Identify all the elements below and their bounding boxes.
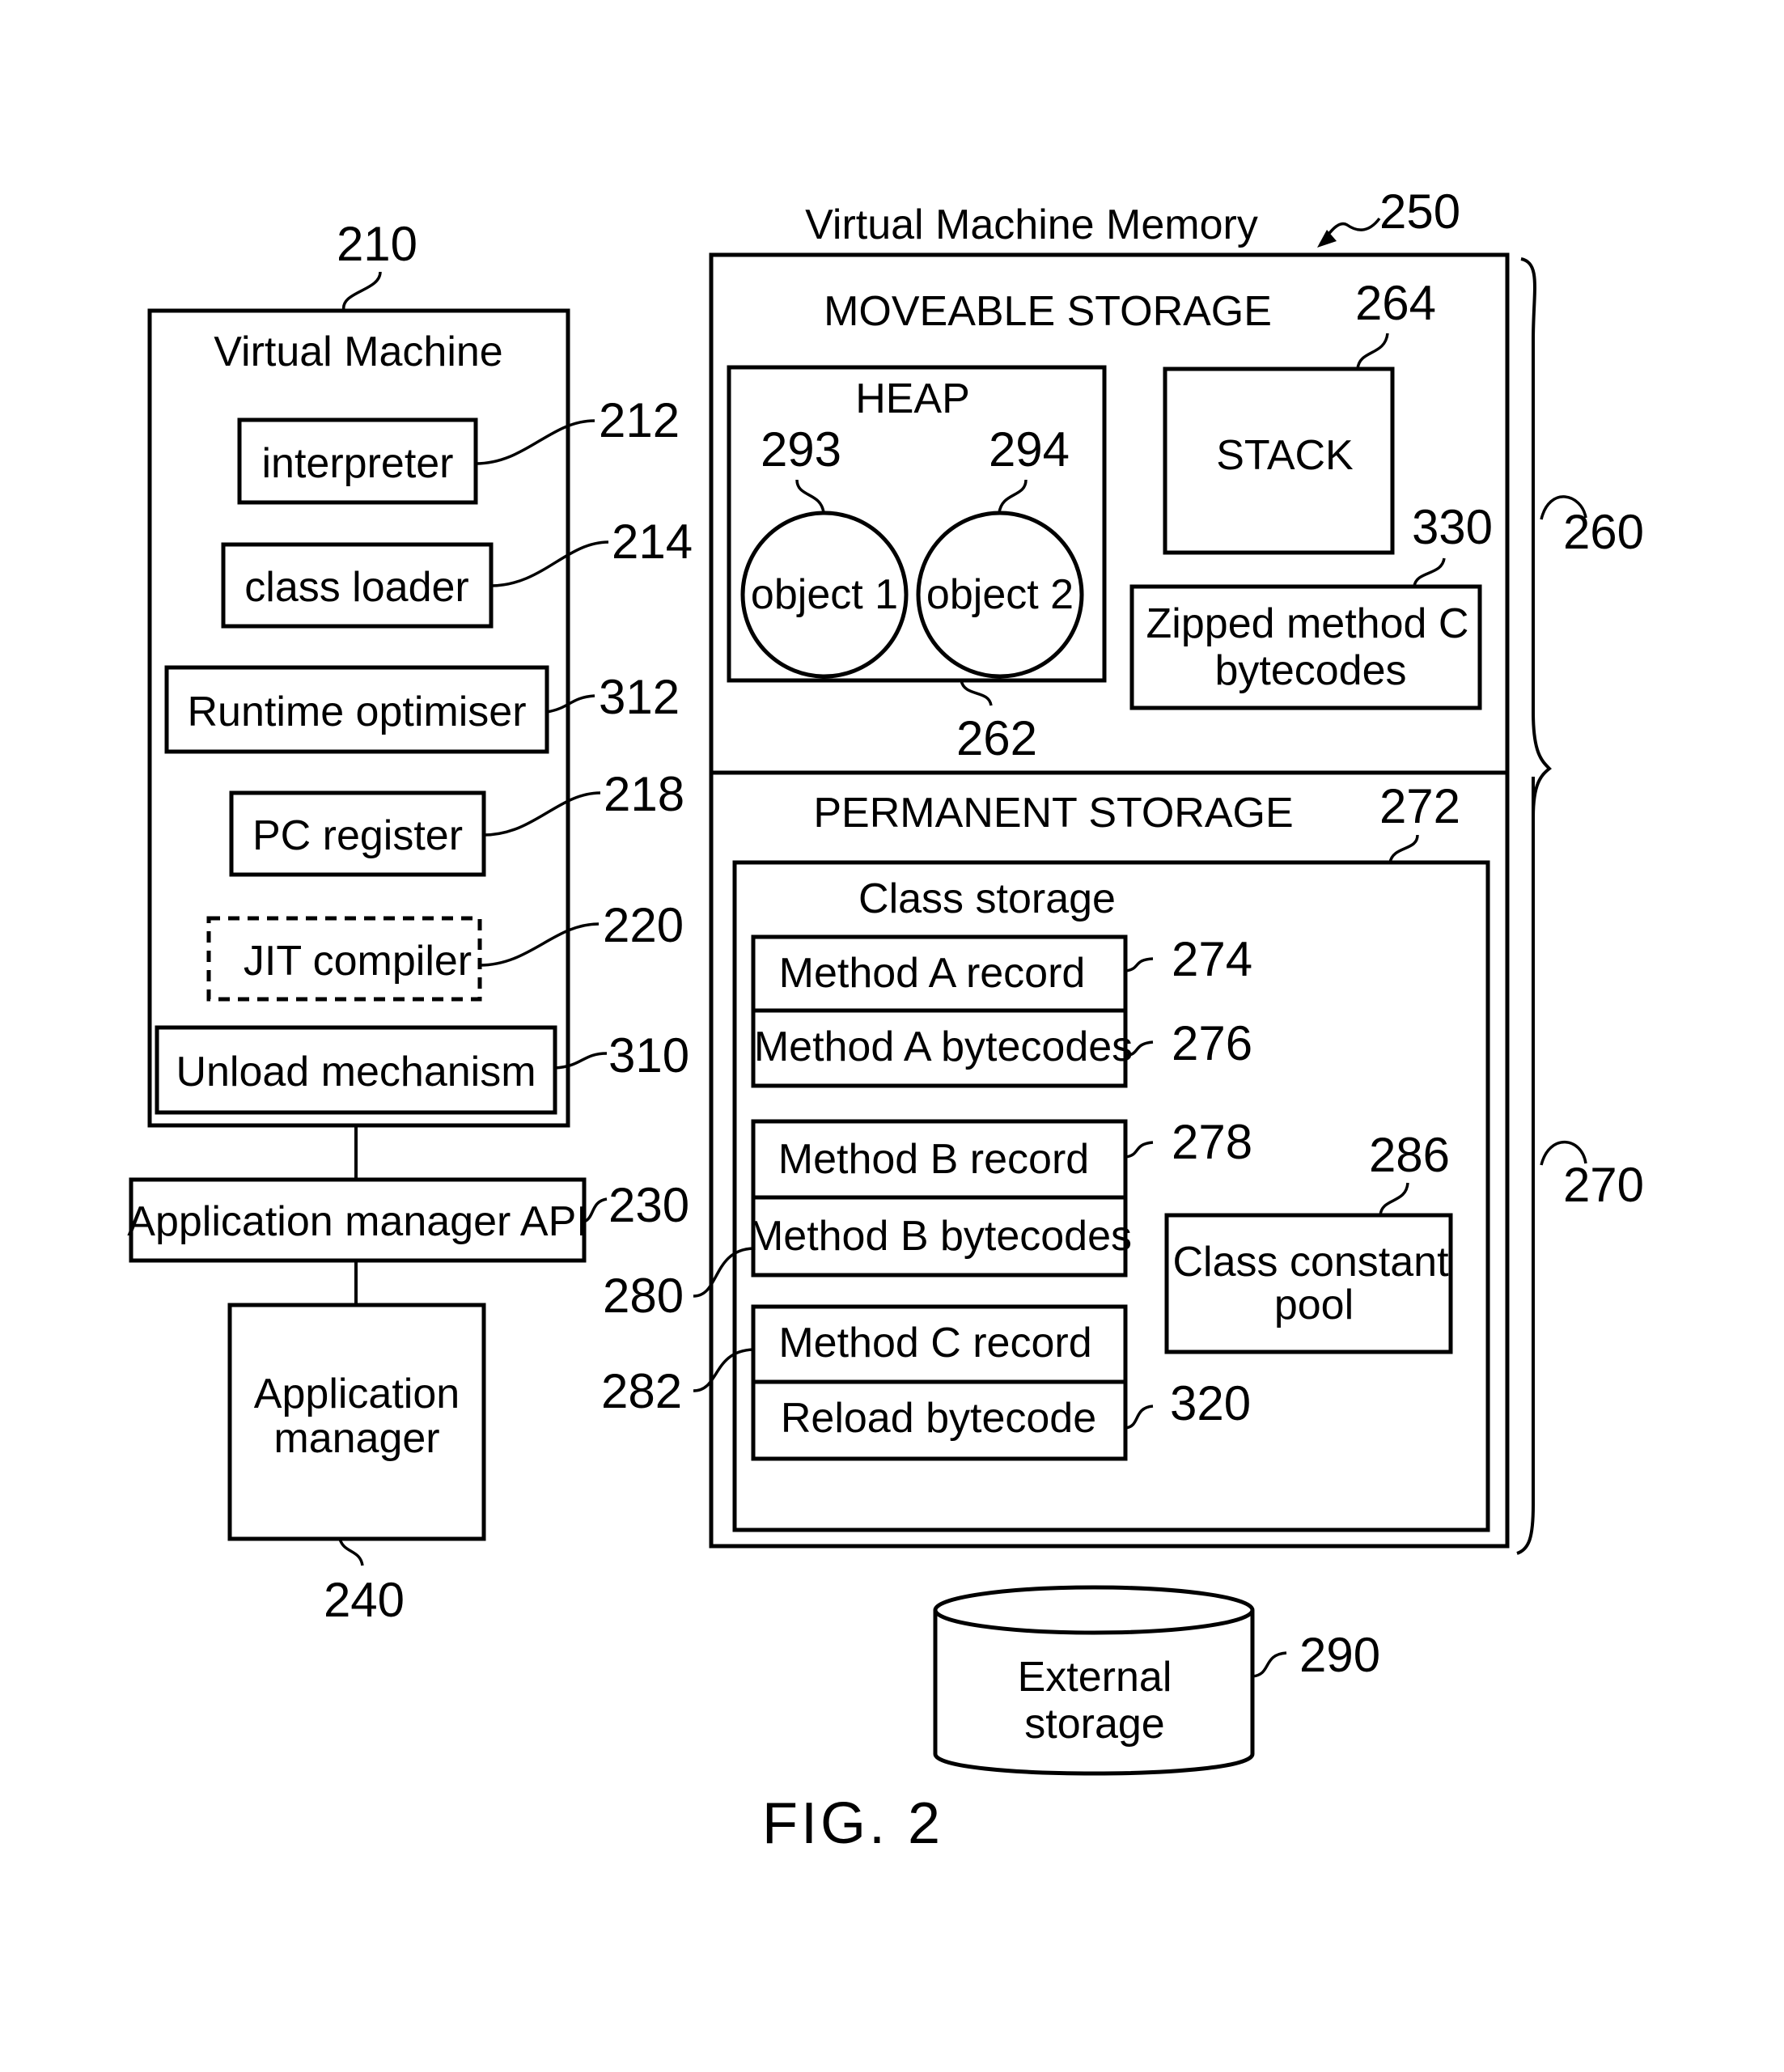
ref-290: 290 — [1299, 1628, 1380, 1682]
class-storage-title: Class storage — [858, 875, 1116, 922]
patent-figure-diagram: 210 Virtual Machine interpreter 212 clas… — [127, 184, 1644, 1856]
leader-290 — [1252, 1651, 1287, 1678]
external-storage-block: External storage 290 — [933, 1585, 1380, 1776]
application-manager-label-line2: manager — [273, 1415, 439, 1462]
ref-312: 312 — [599, 670, 680, 724]
ref-250: 250 — [1379, 184, 1460, 239]
method-a-bytecodes-label: Method A bytecodes — [754, 1023, 1133, 1070]
ref-293: 293 — [761, 422, 841, 477]
permanent-storage-title: PERMANENT STORAGE — [813, 790, 1293, 837]
virtual-machine-title: Virtual Machine — [214, 328, 502, 375]
ref-280: 280 — [603, 1269, 684, 1323]
ref-230: 230 — [608, 1178, 689, 1232]
method-b-record-label: Method B record — [778, 1136, 1089, 1183]
method-a-record-label: Method A record — [779, 950, 1086, 997]
external-storage-label-line1: External — [1018, 1654, 1172, 1701]
ref-264: 264 — [1355, 276, 1436, 330]
moveable-storage-brace — [1520, 257, 1552, 818]
class-constant-pool-label-line2: pool — [1274, 1282, 1354, 1328]
reload-bytecode-label: Reload bytecode — [781, 1395, 1096, 1442]
external-storage-cylinder-top — [933, 1585, 1255, 1635]
application-manager-api-block: Application manager API 230 — [127, 1177, 689, 1263]
leader-210 — [342, 271, 382, 311]
ref-212: 212 — [599, 393, 680, 447]
ref-330: 330 — [1412, 500, 1493, 554]
zipped-method-c-label-line2: bytecodes — [1214, 647, 1406, 694]
moveable-storage-title: MOVEABLE STORAGE — [824, 288, 1272, 335]
ref-272: 272 — [1379, 779, 1460, 833]
class-storage-block: Class storage Method A record Method A b… — [732, 860, 1490, 1532]
ref-320: 320 — [1170, 1376, 1251, 1430]
ref-274: 274 — [1172, 932, 1252, 986]
object-2-label: object 2 — [926, 571, 1074, 618]
method-b-bytecodes-label: Method B bytecodes — [748, 1213, 1132, 1260]
ref-240: 240 — [324, 1573, 405, 1627]
virtual-machine-block: 210 Virtual Machine interpreter 212 clas… — [147, 217, 693, 1128]
ref-278: 278 — [1172, 1115, 1252, 1169]
ref-218: 218 — [604, 767, 684, 821]
arrowhead-250 — [1317, 230, 1337, 248]
ref-210: 210 — [337, 217, 417, 271]
unload-mechanism-component: Unload mechanism 310 — [155, 1025, 689, 1115]
interpreter-label: interpreter — [262, 440, 454, 487]
jit-compiler-label: JIT compiler — [244, 938, 472, 985]
ref-276: 276 — [1172, 1016, 1252, 1070]
permanent-storage-section: PERMANENT STORAGE 272 Class storage Meth… — [601, 779, 1490, 1532]
ref-270: 270 — [1563, 1158, 1644, 1212]
heap-label: HEAP — [855, 375, 970, 422]
ref-294: 294 — [989, 422, 1070, 477]
ref-262: 262 — [956, 711, 1037, 765]
ref-310: 310 — [608, 1028, 689, 1083]
permanent-storage-brace — [1516, 777, 1535, 1555]
zipped-method-c-label-line1: Zipped method C — [1146, 600, 1469, 647]
vm-memory-title: Virtual Machine Memory — [805, 201, 1258, 248]
figure-caption: FIG. 2 — [762, 1791, 943, 1856]
object-1-label: object 1 — [751, 571, 898, 618]
class-loader-label: class loader — [244, 564, 468, 611]
ref-260: 260 — [1563, 505, 1644, 559]
ref-214: 214 — [612, 515, 693, 569]
stack-label: STACK — [1216, 432, 1354, 479]
ref-220: 220 — [603, 898, 684, 952]
leader-240 — [338, 1538, 364, 1566]
application-manager-label-line1: Application — [254, 1371, 460, 1417]
runtime-optimiser-component: Runtime optimiser 312 — [164, 665, 680, 754]
ref-286: 286 — [1369, 1128, 1450, 1182]
method-c-record-label: Method C record — [778, 1320, 1091, 1367]
runtime-optimiser-label: Runtime optimiser — [187, 689, 526, 735]
external-storage-label-line2: storage — [1024, 1701, 1164, 1748]
application-manager-api-label: Application manager API — [127, 1198, 587, 1245]
ref-282: 282 — [601, 1364, 682, 1418]
class-constant-pool-label-line1: Class constant — [1172, 1239, 1449, 1286]
application-manager-block: Application manager 240 — [227, 1303, 486, 1627]
vm-memory-block: Virtual Machine Memory 250 MOVEABLE STOR… — [601, 184, 1644, 1555]
unload-mechanism-label: Unload mechanism — [176, 1049, 536, 1095]
pc-register-label: PC register — [252, 812, 463, 859]
